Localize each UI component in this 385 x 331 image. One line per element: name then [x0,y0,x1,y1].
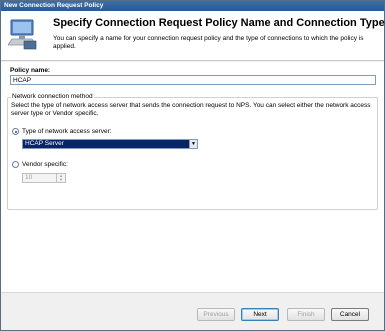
vendor-specific-label[interactable]: Vendor specific: [22,161,68,168]
policy-name-label: Policy name: [10,67,51,74]
spinner-down-icon[interactable]: ▼ [57,178,65,182]
window-title: New Connection Request Policy [1,1,384,11]
finish-button[interactable]: Finish [287,308,325,321]
chevron-down-icon[interactable]: ▼ [189,140,197,148]
network-connection-method-group: Network connection method Select the typ… [7,93,378,210]
spinner-buttons[interactable]: ▲ ▼ [56,174,65,182]
network-connection-method-description: Select the type of network access server… [11,102,371,117]
network-connection-method-legend: Network connection method [11,93,94,100]
nas-type-select[interactable]: HCAP Server ▼ [22,139,198,149]
vendor-specific-value: 10 [25,174,33,181]
type-of-nas-label[interactable]: Type of network access server: [22,128,112,135]
cancel-button[interactable]: Cancel [331,308,369,321]
policy-name-input[interactable] [10,75,376,85]
dialog-window: New Connection Request Policy Specify Co… [0,0,385,331]
wizard-content: Policy name: Network connection method S… [1,62,384,292]
page-description: You can specify a name for your connecti… [53,35,364,50]
network-computer-icon [8,19,37,50]
page-title: Specify Connection Request Policy Name a… [53,17,385,29]
wizard-header: Specify Connection Request Policy Name a… [1,11,385,61]
vendor-specific-spinner[interactable]: 10 ▲ ▼ [22,173,66,183]
next-button[interactable]: Next [241,308,279,321]
vendor-specific-radio[interactable] [12,161,19,168]
previous-button[interactable]: Previous [197,308,235,321]
nas-type-selected-value: HCAP Server [23,140,189,148]
type-of-nas-radio[interactable] [12,128,19,135]
wizard-footer: Previous Next Finish Cancel [1,292,384,330]
